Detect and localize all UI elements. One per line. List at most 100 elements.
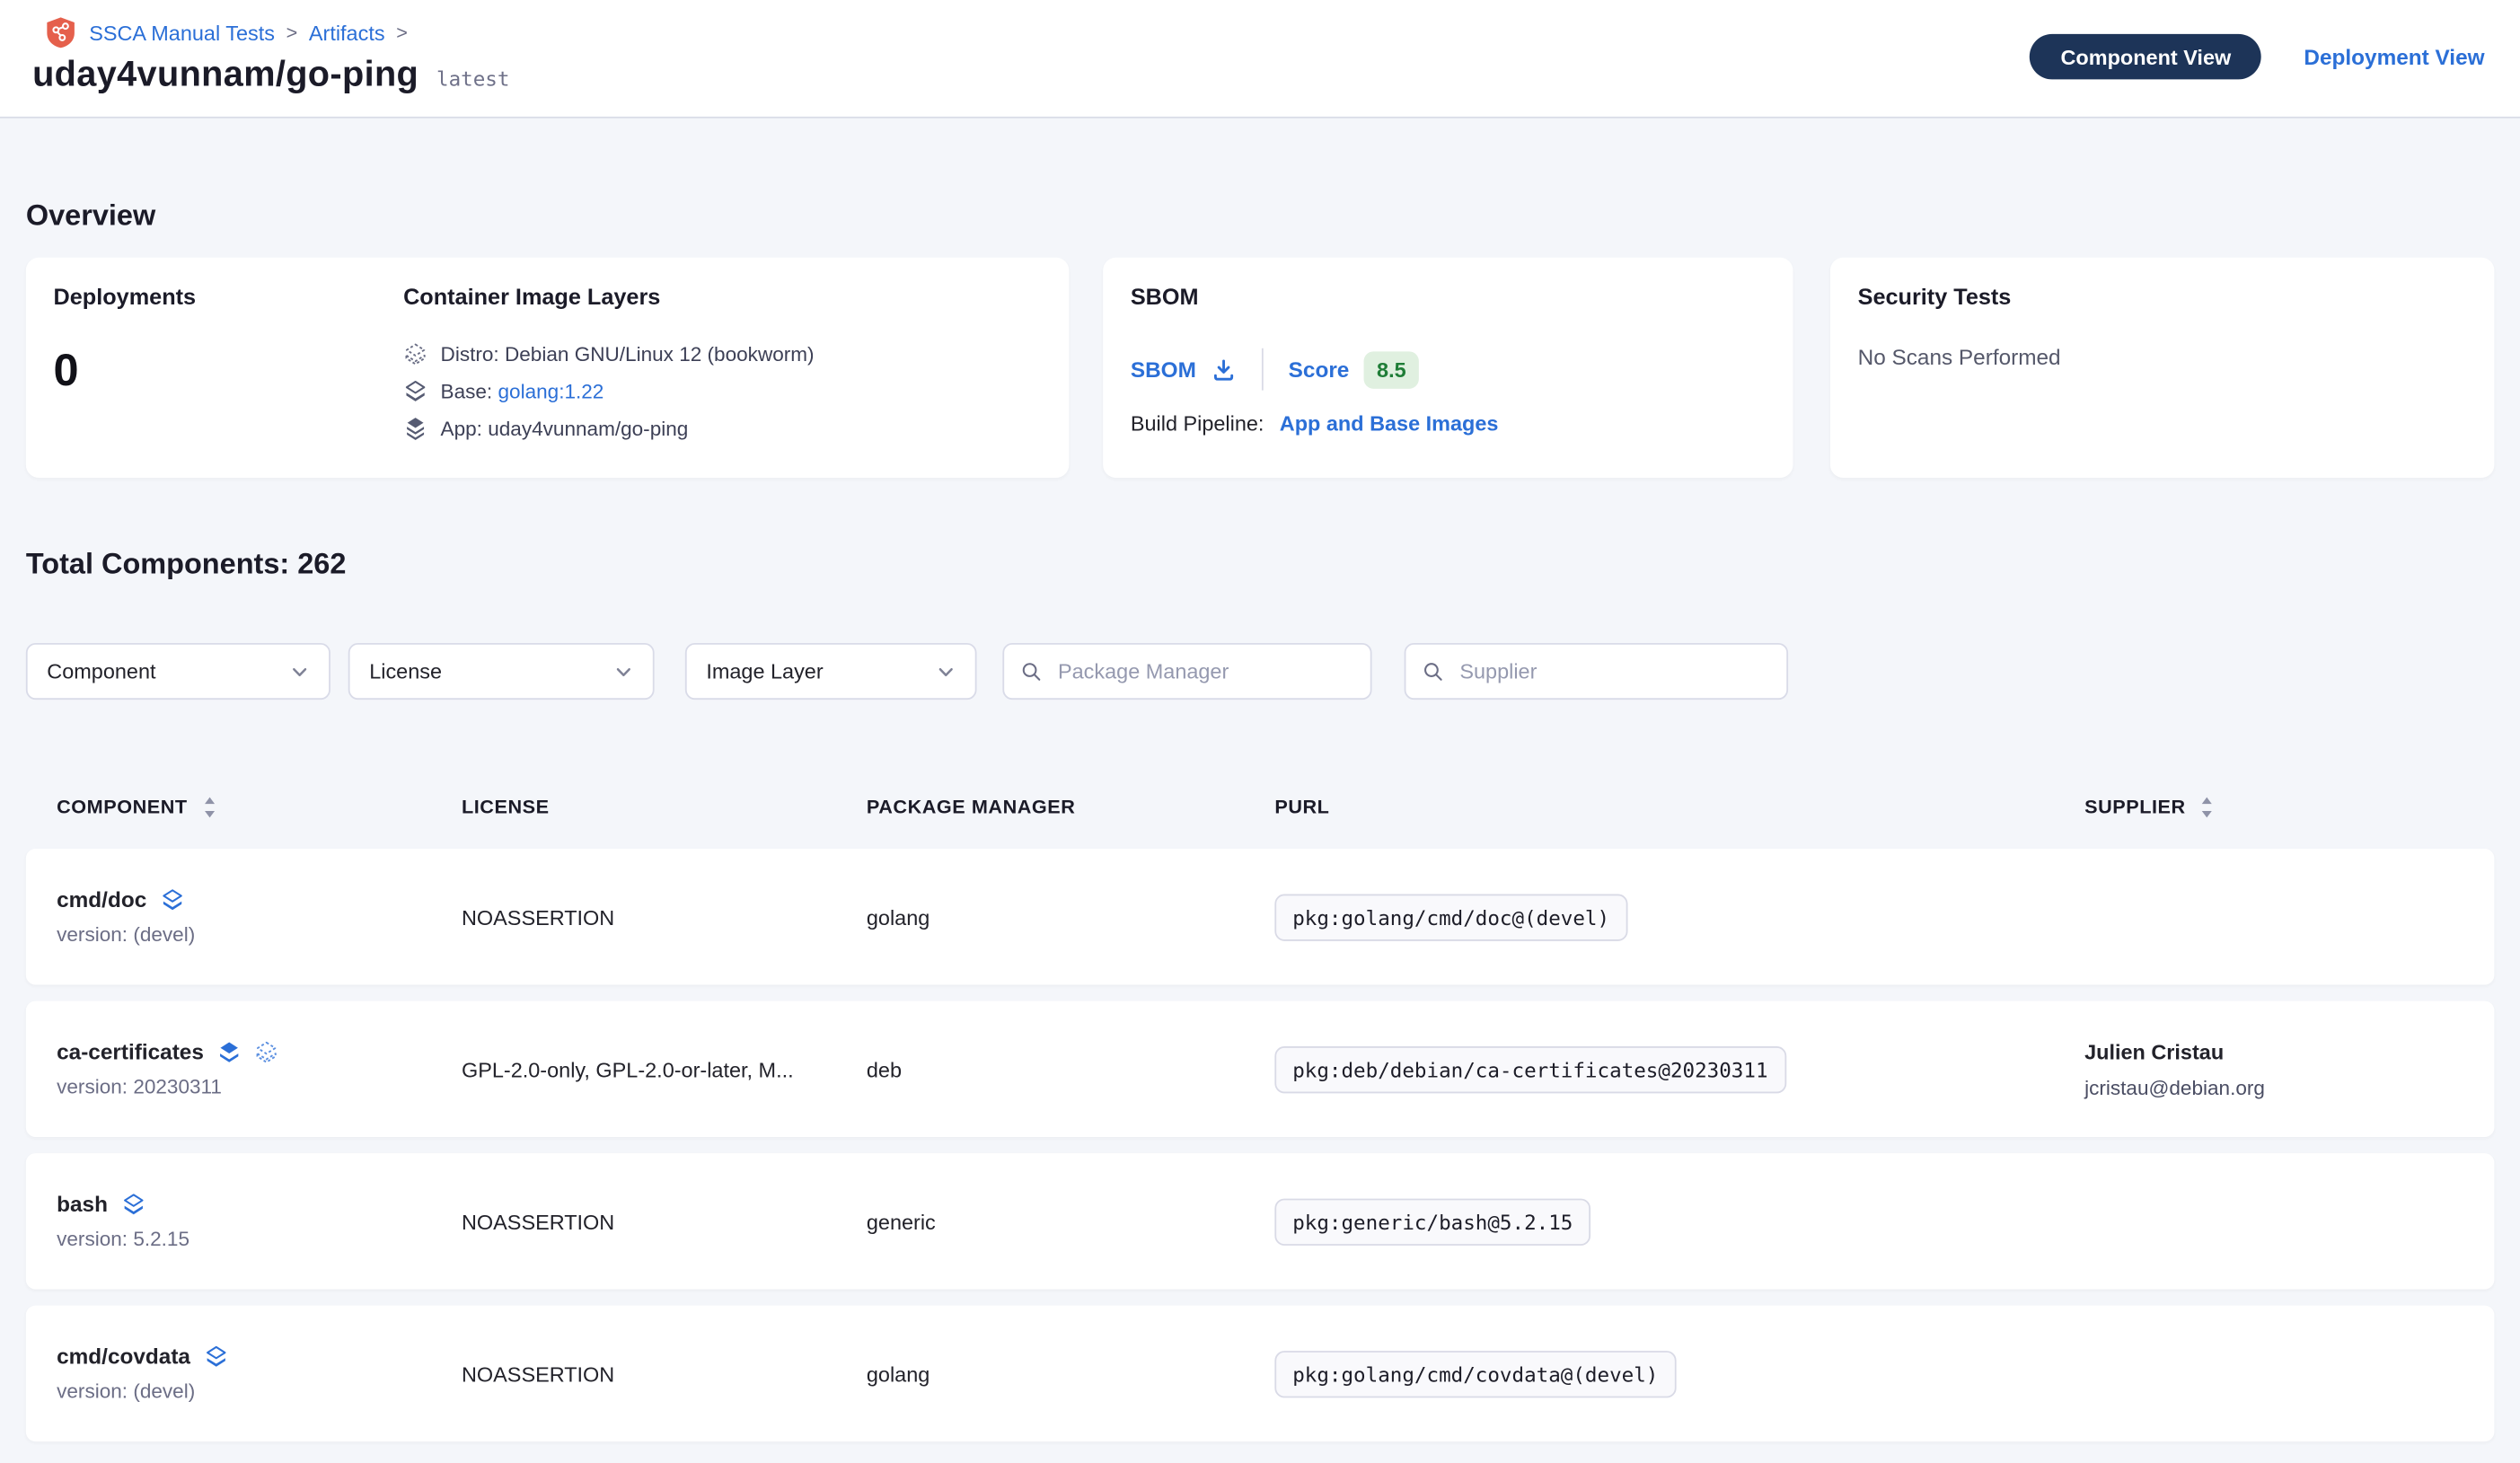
purl-badge: pkg:deb/debian/ca-certificates@20230311 [1274,1045,1785,1092]
divider [1261,348,1263,391]
component-rows: cmd/doc version: (devel) NOASSERTION gol… [26,849,2495,1441]
sort-icon[interactable] [2200,795,2215,819]
layer-icon [160,887,184,912]
license-filter-label: License [369,659,442,683]
score-label: Score [1289,357,1350,382]
layer-icon [120,1192,145,1216]
column-header-package-manager: PACKAGE MANAGER [867,796,1274,818]
column-header-license: LICENSE [462,796,867,818]
distro-label: Distro: [441,342,499,365]
column-header-purl: PURL [1274,796,2084,818]
table-row[interactable]: ca-certificates version: 20230311 GPL-2.… [26,1001,2495,1137]
breadcrumb-separator: > [396,21,408,43]
main-content: Overview Deployments 0 Container Image L… [0,119,2520,1441]
breadcrumb-link-ssca-manual-tests[interactable]: SSCA Manual Tests [89,21,275,45]
ssca-shield-icon [45,16,75,48]
table-row[interactable]: bash version: 5.2.15 NOASSERTION generic… [26,1153,2495,1289]
image-layer-filter-select[interactable]: Image Layer [685,643,977,700]
component-filter-select[interactable]: Component [26,643,330,700]
column-header-component[interactable]: COMPONENT [57,795,462,819]
header-bar: SSCA Manual Tests > Artifacts > uday4vun… [0,0,2520,119]
sbom-row: SBOM Score 8.5 [1131,348,1766,391]
breadcrumb: SSCA Manual Tests > Artifacts > [45,16,419,48]
title-row: uday4vunnam/go-ping latest [32,54,509,96]
filter-bar: Component License Image Layer [26,643,2495,700]
sbom-download-link[interactable]: SBOM [1131,357,1235,382]
breadcrumb-separator: > [286,21,298,43]
sort-icon[interactable] [202,795,216,819]
page: SSCA Manual Tests > Artifacts > uday4vun… [0,0,2520,1463]
app-layer-icon [403,416,427,440]
app-layer-line: App: uday4vunnam/go-ping [403,416,814,440]
component-version: version: (devel) [57,1380,462,1403]
no-scans-text: No Scans Performed [1858,345,2467,369]
artifact-tag: latest [436,66,509,91]
purl-badge: pkg:golang/cmd/doc@(devel) [1274,894,1627,940]
package-manager-searchbox [1002,643,1371,700]
page-title: uday4vunnam/go-ping [32,54,419,96]
sbom-card: SBOM SBOM Score 8.5 Build Pipeline: App … [1103,258,1793,478]
purl-badge: pkg:golang/cmd/covdata@(devel) [1274,1350,1676,1397]
supplier-searchbox [1405,643,1788,700]
package-manager-cell: generic [867,1209,1274,1233]
search-icon [1020,659,1042,683]
total-components-heading: Total Components: 262 [26,548,2495,582]
component-version: version: (devel) [57,923,462,946]
score-badge: 8.5 [1364,350,1419,387]
supplier-cell: Julien Cristau jcristau@debian.org [2084,1039,2463,1099]
table-row[interactable]: cmd/doc version: (devel) NOASSERTION gol… [26,849,2495,984]
component-name: cmd/covdata [57,1344,190,1369]
package-manager-cell: golang [867,1362,1274,1386]
view-toggle: Component View Deployment View [2030,34,2484,79]
component-name: ca-certificates [57,1040,204,1064]
distro-layer-line: Distro: Debian GNU/Linux 12 (bookworm) [403,342,814,366]
security-tests-card: Security Tests No Scans Performed [1830,258,2494,478]
component-name: bash [57,1192,108,1216]
supplier-name: Julien Cristau [2084,1039,2463,1063]
package-manager-cell: golang [867,904,1274,929]
base-label: Base: [441,380,493,402]
license-cell: NOASSERTION [462,904,867,929]
deployments-column: Deployments 0 [54,284,404,453]
column-header-supplier[interactable]: SUPPLIER [2084,795,2463,819]
component-view-button[interactable]: Component View [2030,34,2261,79]
breadcrumb-link-artifacts[interactable]: Artifacts [309,21,385,45]
build-pipeline-label: Build Pipeline: [1131,411,1264,436]
supplier-email: jcristau@debian.org [2084,1076,2463,1098]
license-filter-select[interactable]: License [348,643,655,700]
sbom-card-title: SBOM [1131,284,1766,310]
layer-icon [216,1040,241,1064]
component-cell: ca-certificates version: 20230311 [57,1040,462,1098]
overview-cards: Deployments 0 Container Image Layers Dis… [26,258,2495,478]
deployments-layers-card: Deployments 0 Container Image Layers Dis… [26,258,1069,478]
base-layer-icon [403,379,427,403]
license-cell: NOASSERTION [462,1362,867,1386]
chevron-down-icon [936,662,956,682]
base-image-link[interactable]: golang:1.22 [498,380,604,402]
build-pipeline-link[interactable]: App and Base Images [1280,411,1499,436]
image-layers-column: Container Image Layers Distro: Debian GN… [403,284,814,453]
base-layer-line: Base: golang:1.22 [403,379,814,403]
deployments-label: Deployments [54,284,404,310]
layer-icon [203,1344,227,1369]
component-version: version: 20230311 [57,1076,462,1098]
table-header-row: COMPONENT LICENSE PACKAGE MANAGER PURL S… [26,790,2495,823]
component-name: cmd/doc [57,887,146,912]
component-filter-label: Component [47,659,155,683]
component-cell: bash version: 5.2.15 [57,1192,462,1250]
build-pipeline-row: Build Pipeline: App and Base Images [1131,411,1766,436]
table-row[interactable]: cmd/covdata version: (devel) NOASSERTION… [26,1306,2495,1441]
layer-lines: Distro: Debian GNU/Linux 12 (bookworm) B… [403,342,814,441]
search-icon [1422,659,1443,683]
supplier-search-input[interactable] [1457,657,1770,685]
chevron-down-icon [614,662,634,682]
deployment-view-link[interactable]: Deployment View [2304,45,2484,69]
app-value: uday4vunnam/go-ping [488,417,688,439]
deployments-count: 0 [54,345,404,397]
chevron-down-icon [290,662,310,682]
component-cell: cmd/doc version: (devel) [57,887,462,946]
distro-value: Debian GNU/Linux 12 (bookworm) [505,342,815,365]
download-icon[interactable] [1211,357,1235,382]
component-cell: cmd/covdata version: (devel) [57,1344,462,1403]
package-manager-search-input[interactable] [1054,657,1353,685]
